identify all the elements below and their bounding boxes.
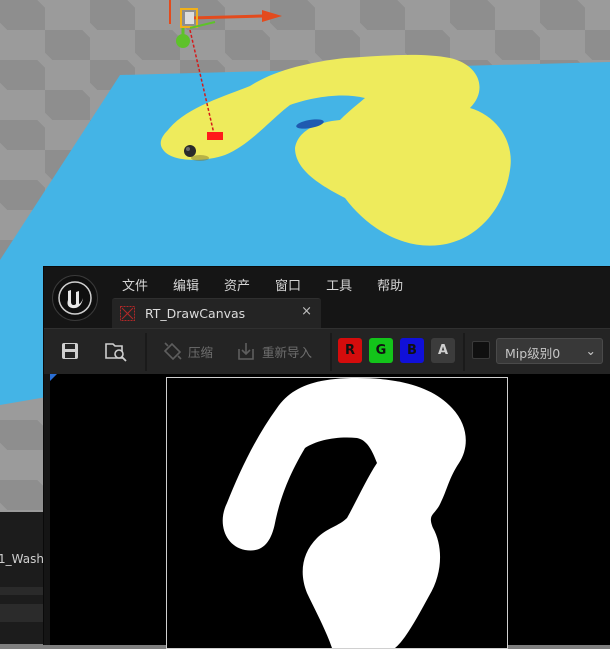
render-target-icon [120,306,135,321]
mip-level-dropdown[interactable]: Mip级别0 ⌄ [496,338,603,364]
ball [184,145,196,157]
channel-g-toggle[interactable]: G [369,338,393,363]
compress-button[interactable]: 压缩 [162,337,213,365]
channel-a-toggle[interactable]: A [431,338,455,363]
menu-file[interactable]: 文件 [114,273,156,296]
save-button[interactable] [60,337,80,365]
reimport-icon [238,343,254,360]
compress-icon [163,342,182,361]
background-panel-row [0,604,43,622]
chevron-down-icon: ⌄ [585,343,596,358]
mip-level-checkbox[interactable] [472,341,490,359]
menu-help[interactable]: 帮助 [369,273,411,296]
menu-window[interactable]: 窗口 [267,273,309,296]
painted-mask [222,378,466,648]
toolbar-separator [330,333,332,371]
background-panel-divider [0,587,43,595]
toolbar: 压缩 重新导入 R G B A Mip级别0 ⌄ [44,328,610,374]
texture-viewport[interactable] [50,374,610,649]
menu-bar: 文件 编辑 资产 窗口 工具 帮助 [114,273,420,296]
background-panel: 1_Wash [0,512,44,644]
toolbar-separator [145,333,147,371]
tab-title: RT_DrawCanvas [145,306,246,321]
channel-r-toggle[interactable]: R [338,338,362,363]
compress-label: 压缩 [188,344,214,360]
menu-edit[interactable]: 编辑 [165,273,207,296]
reimport-label: 重新导入 [262,344,313,360]
browse-asset-button[interactable] [104,337,128,365]
hit-marker [207,132,223,140]
browse-folder-icon [105,343,127,362]
toolbar-separator [463,333,465,371]
texture-editor-window: 文件 编辑 资产 窗口 工具 帮助 RT_DrawCanvas × 压缩 重新导… [43,266,610,649]
mip-level-value: Mip级别0 [505,346,561,361]
channel-b-toggle[interactable]: B [400,338,424,363]
reimport-button[interactable]: 重新导入 [236,337,312,365]
tab-rt-drawcanvas[interactable]: RT_DrawCanvas × [112,298,321,329]
background-tab-label[interactable]: 1_Wash [0,552,44,566]
close-icon[interactable]: × [301,304,312,319]
render-target-texture [222,378,466,648]
viewport-corner-marker [50,374,57,381]
menu-asset[interactable]: 资产 [216,273,258,296]
menu-tools[interactable]: 工具 [318,273,360,296]
unreal-logo-icon[interactable] [52,275,98,321]
save-icon [62,343,78,359]
transform-gizmo [169,0,282,48]
texture-preview [166,377,508,649]
ball-shadow [191,155,209,161]
